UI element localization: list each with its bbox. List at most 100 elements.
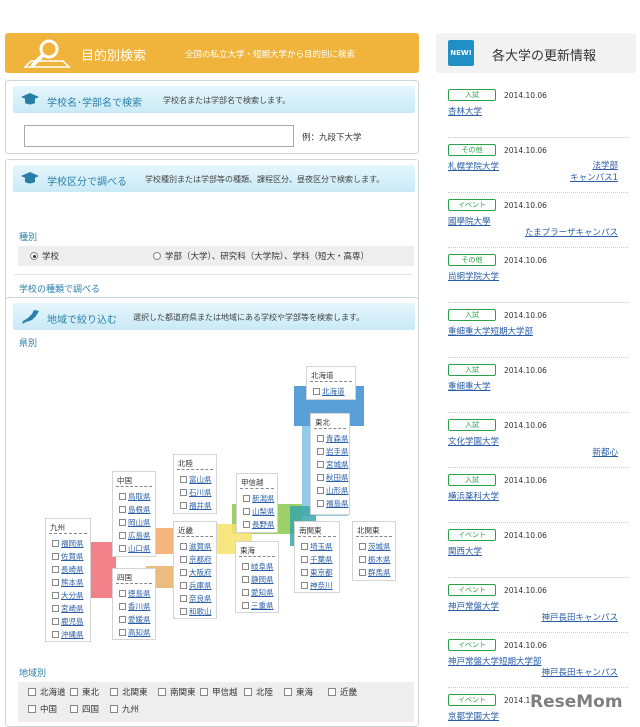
pref-checkbox[interactable]: 秋田県 — [317, 472, 349, 483]
pref-checkbox[interactable]: 千葉県 — [301, 554, 333, 565]
news-tag: イベント — [448, 694, 496, 706]
pref-checkbox[interactable]: 三重県 — [242, 600, 274, 611]
news-column: NEW! 各大学の更新情報 — [436, 33, 636, 73]
pref-checkbox[interactable]: 富山県 — [180, 474, 212, 485]
university-link[interactable]: 文化学園大学 — [448, 435, 499, 447]
university-link[interactable]: 札幌学院大学 — [448, 160, 499, 172]
pref-checkbox[interactable]: 熊本県 — [52, 577, 84, 588]
region-minamikanto: 南関東 埼玉県 千葉県 東京都 神奈川 — [294, 521, 340, 593]
search-column: 目的別検索 全国の私立大学・短期大学から目的別に検索 学校名･学部名で検索 学校… — [5, 33, 419, 727]
pref-checkbox[interactable]: 山梨県 — [243, 506, 275, 517]
news-date: 2014.10.06 — [504, 641, 547, 650]
pref-checkbox[interactable]: 高知県 — [119, 627, 151, 638]
news-date: 2014.1 — [504, 696, 531, 705]
pref-checkbox[interactable]: 栃木県 — [359, 554, 391, 565]
university-link[interactable]: 尚絅学院大学 — [448, 270, 499, 282]
news-date: 2014.10.06 — [504, 476, 547, 485]
university-link[interactable]: 國學院大學 — [448, 215, 491, 227]
pref-checkbox[interactable]: 広島県 — [119, 530, 151, 541]
pref-checkbox[interactable]: 福岡県 — [52, 538, 84, 549]
pref-checkbox[interactable]: 鳥取県 — [119, 491, 151, 502]
university-link[interactable]: 杏林大学 — [448, 105, 482, 117]
campus-link[interactable]: 法学部 — [592, 160, 618, 172]
university-link[interactable]: 横浜薬科大学 — [448, 490, 499, 502]
pref-checkbox[interactable]: 茨城県 — [359, 541, 391, 552]
campus-link[interactable]: 新都心 — [592, 447, 618, 459]
campus-link[interactable]: キャンパス1 — [570, 172, 618, 184]
pref-checkbox[interactable]: 石川県 — [180, 487, 212, 498]
pref-checkbox[interactable]: 愛知県 — [242, 587, 274, 598]
pref-checkbox[interactable]: 青森県 — [317, 433, 349, 444]
region-checkbox[interactable]: 北陸 — [244, 686, 273, 698]
region-checkbox[interactable]: 九州 — [110, 703, 139, 715]
news-title: 各大学の更新情報 — [492, 49, 597, 64]
pref-checkbox[interactable]: 岐阜県 — [242, 561, 274, 572]
divider — [448, 302, 628, 303]
university-link[interactable]: 重細重大学 — [448, 380, 491, 392]
pref-checkbox[interactable]: 新潟県 — [243, 493, 275, 504]
pref-checkbox[interactable]: 宮城県 — [317, 459, 349, 470]
pref-checkbox[interactable]: 佐賀県 — [52, 551, 84, 562]
region-checkbox[interactable]: 東北 — [70, 686, 99, 698]
pref-checkbox[interactable]: 東京都 — [301, 567, 333, 578]
university-link[interactable]: 関西大学 — [448, 545, 482, 557]
school-name-input[interactable] — [24, 125, 294, 147]
pref-checkbox[interactable]: 滋賀県 — [180, 541, 212, 552]
university-link[interactable]: 神戸常盤大学 — [448, 600, 499, 612]
news-tag: イベント — [448, 199, 496, 211]
pref-checkbox[interactable]: 埼玉県 — [301, 541, 333, 552]
magnifier-icon — [23, 39, 71, 68]
pref-checkbox[interactable]: 静岡県 — [242, 574, 274, 585]
campus-link[interactable]: 神戸長田キャンパス — [541, 667, 618, 679]
news-date: 2014.10.06 — [504, 256, 547, 265]
pref-checkbox[interactable]: 神奈川 — [301, 580, 333, 591]
region-hokuriku: 北陸 富山県 石川県 福井県 — [173, 454, 217, 514]
region-label: 地域別 — [19, 669, 47, 679]
pref-checkbox[interactable]: 群馬県 — [359, 567, 391, 578]
region-checkbox[interactable]: 四国 — [70, 703, 99, 715]
university-link[interactable]: 重細重大学短期大学部 — [448, 325, 533, 337]
pref-checkbox[interactable]: 京都府 — [180, 554, 212, 565]
pref-checkbox[interactable]: 岩手県 — [317, 446, 349, 457]
pref-checkbox[interactable]: 大分県 — [52, 590, 84, 601]
pref-checkbox[interactable]: 北海道 — [313, 386, 345, 397]
pref-checkbox[interactable]: 徳島県 — [119, 588, 151, 599]
type-radio-school[interactable]: 学校 — [30, 250, 59, 262]
pref-checkbox[interactable]: 長野県 — [243, 519, 275, 530]
campus-link[interactable]: 神戸長田キャンパス — [541, 612, 618, 624]
region-checkbox[interactable]: 中国 — [28, 703, 57, 715]
pref-checkbox[interactable]: 鹿児島 — [52, 616, 84, 627]
pref-checkbox[interactable]: 岡山県 — [119, 517, 151, 528]
pref-checkbox[interactable]: 愛媛県 — [119, 614, 151, 625]
news-header: NEW! 各大学の更新情報 — [436, 33, 636, 73]
pref-checkbox[interactable]: 山口県 — [119, 543, 151, 554]
region-search-panel: 地域で絞り込む 選択した都道府県または地域にある学校や学部等を検索します。 県別… — [5, 297, 419, 727]
pref-checkbox[interactable]: 長崎県 — [52, 564, 84, 575]
news-date: 2014.10.06 — [504, 586, 547, 595]
pref-checkbox[interactable]: 島根県 — [119, 504, 151, 515]
type-radio-faculty[interactable]: 学部（大学）、研究科（大学院）、学科（短大・高専） — [153, 250, 369, 262]
pref-checkbox[interactable]: 宮崎県 — [52, 603, 84, 614]
region-checkbox[interactable]: 近畿 — [328, 686, 357, 698]
region-checkbox[interactable]: 甲信越 — [200, 686, 238, 698]
divider — [448, 577, 628, 578]
divider — [14, 274, 412, 275]
pref-checkbox[interactable]: 香川県 — [119, 601, 151, 612]
university-link[interactable]: 京都学園大学 — [448, 710, 499, 722]
region-checkbox[interactable]: 東海 — [284, 686, 313, 698]
graduation-cap-icon — [21, 93, 39, 105]
pref-checkbox[interactable]: 和歌山 — [180, 606, 212, 617]
pref-checkbox[interactable]: 福島県 — [317, 498, 349, 509]
pref-checkbox[interactable]: 沖縄県 — [52, 629, 84, 640]
pref-checkbox[interactable]: 大阪府 — [180, 567, 212, 578]
university-link[interactable]: 神戸常盤大学短期大学部 — [448, 655, 542, 667]
new-badge: NEW! — [448, 40, 474, 66]
region-checkbox[interactable]: 北関東 — [110, 686, 148, 698]
pref-checkbox[interactable]: 山形県 — [317, 485, 349, 496]
pref-checkbox[interactable]: 奈良県 — [180, 593, 212, 604]
region-checkbox[interactable]: 南関東 — [158, 686, 196, 698]
region-checkbox[interactable]: 北海道 — [28, 686, 66, 698]
pref-checkbox[interactable]: 兵庫県 — [180, 580, 212, 591]
campus-link[interactable]: たまプラーザキャンパス — [525, 227, 618, 239]
pref-checkbox[interactable]: 福井県 — [180, 500, 212, 511]
